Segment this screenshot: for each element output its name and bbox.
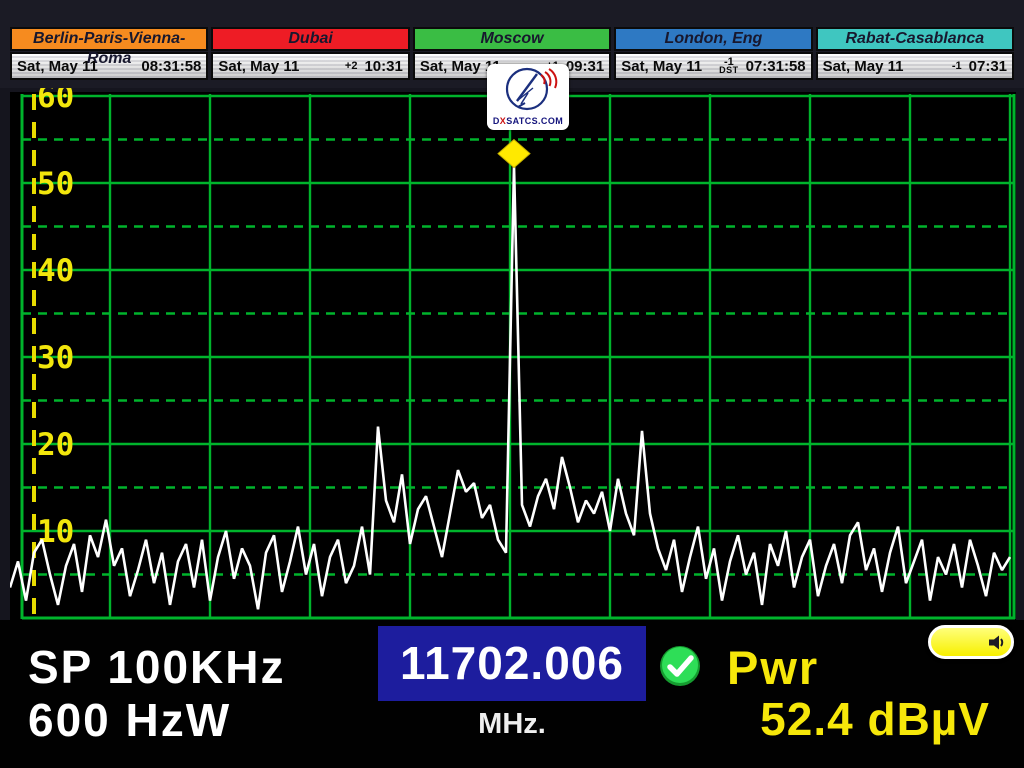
clock-offset-label: DST: [719, 66, 739, 74]
span-readout: SP 100KHz: [28, 640, 286, 694]
screen: Berlin-Paris-Vienna-Roma Sat, May 11 08:…: [0, 0, 1024, 768]
clock-time: 07:31:58: [746, 58, 806, 75]
y-axis-label: 40: [37, 253, 74, 289]
clock-time: 08:31:58: [141, 58, 201, 75]
lock-status: [659, 645, 701, 692]
y-axis-label: 60: [37, 88, 74, 115]
clock-panel-rabat: Rabat-Casablanca Sat, May 11 -1 07:31: [816, 27, 1014, 80]
clock-time-row: Sat, May 11 -1 07:31: [816, 52, 1014, 80]
clock-city-name: Rabat-Casablanca: [816, 27, 1014, 51]
control-bar: SP 100KHz 600 HzW 11702.006 MHz. Pwr 52.…: [0, 620, 1024, 768]
frequency-display[interactable]: 11702.006: [378, 626, 646, 701]
y-axis-label: 20: [37, 427, 74, 463]
spectrum-display: 605040302010: [0, 88, 1024, 620]
logo-text-d: D: [493, 116, 500, 126]
clock-time: 09:31: [566, 58, 604, 75]
clock-panel-dubai: Dubai Sat, May 11 +2 10:31: [211, 27, 409, 80]
bandwidth-readout: 600 HzW: [28, 693, 231, 747]
y-axis-label: 50: [37, 166, 74, 202]
clock-time-row: Sat, May 11 -1 DST 07:31:58: [614, 52, 812, 80]
spectrum-plot: 605040302010: [10, 88, 1016, 620]
clock-time-row: Sat, May 11 +2 10:31: [211, 52, 409, 80]
check-circle-icon: [659, 645, 701, 687]
clock-time: 10:31: [364, 58, 402, 75]
power-value: 52.4 dBµV: [530, 692, 990, 746]
clock-offset-value: +2: [345, 62, 358, 70]
clock-utc-offset: +2: [345, 62, 358, 70]
clock-utc-offset: -1: [952, 62, 962, 70]
dxsatcs-logo: DXSATCS.COM: [487, 64, 569, 130]
clock-panel-berlin: Berlin-Paris-Vienna-Roma Sat, May 11 08:…: [10, 27, 208, 80]
clock-city-name: Berlin-Paris-Vienna-Roma: [10, 27, 208, 51]
clock-utc-offset: -1 DST: [719, 58, 739, 74]
volume-toggle[interactable]: [928, 625, 1014, 659]
satellite-dish-icon: [491, 66, 565, 112]
clock-city-name: London, Eng: [614, 27, 812, 51]
clock-offset-value: -1: [952, 62, 962, 70]
y-axis-label: 30: [37, 340, 74, 376]
clock-date: Sat, May 11: [218, 58, 299, 75]
logo-text-rest: SATCS.COM: [506, 116, 563, 126]
speaker-icon: [987, 633, 1006, 652]
clock-date: Sat, May 11: [621, 58, 702, 75]
clock-time: 07:31: [969, 58, 1007, 75]
power-label: Pwr: [727, 640, 819, 695]
clock-date: Sat, May 11: [823, 58, 904, 75]
clock-date: Sat, May 11: [17, 58, 98, 75]
clock-panel-london: London, Eng Sat, May 11 -1 DST 07:31:58: [614, 27, 812, 80]
clock-city-name: Moscow: [413, 27, 611, 51]
logo-text: DXSATCS.COM: [487, 117, 569, 126]
clock-city-name: Dubai: [211, 27, 409, 51]
